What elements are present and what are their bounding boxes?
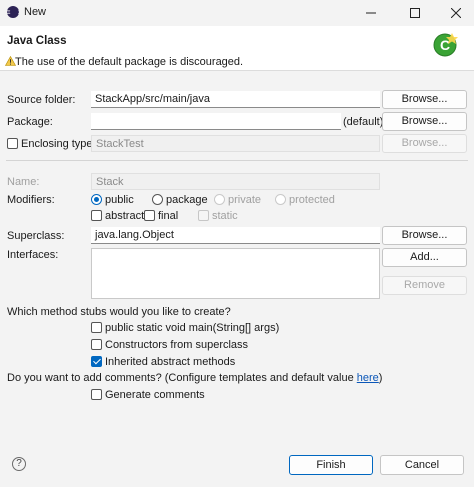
close-icon [451, 8, 461, 18]
source-folder-label: Source folder: [7, 94, 76, 106]
stub-inherited-label: Inherited abstract methods [105, 356, 236, 368]
package-input[interactable] [91, 113, 341, 130]
modifier-public-label: public [105, 194, 134, 206]
enclosing-type-input[interactable]: StackTest [91, 135, 380, 152]
comments-question: Do you want to add comments? (Configure … [7, 372, 382, 384]
interfaces-label: Interfaces: [7, 249, 59, 261]
stub-constructors-label: Constructors from superclass [105, 339, 249, 351]
modifier-final-label: final [158, 210, 179, 222]
modifier-static-label: static [212, 210, 238, 222]
comments-question-text: Do you want to add comments? (Configure … [7, 372, 357, 384]
name-input[interactable]: Stack [91, 173, 380, 190]
separator [6, 160, 468, 161]
maximize-button[interactable] [400, 0, 430, 26]
modifier-final-checkbox[interactable] [144, 210, 155, 221]
wizard-title: Java Class [7, 35, 67, 47]
cancel-button[interactable]: Cancel [380, 455, 464, 475]
generate-comments-label: Generate comments [105, 389, 205, 401]
source-folder-input[interactable]: StackApp/src/main/java [91, 91, 380, 108]
modifier-protected-label: protected [289, 194, 335, 206]
modifier-private-label: private [228, 194, 262, 206]
source-folder-browse-button[interactable]: Browse... [382, 90, 467, 109]
generate-comments-checkbox[interactable] [91, 389, 102, 400]
modifier-protected-radio[interactable] [275, 194, 286, 205]
modifier-abstract-checkbox[interactable] [91, 210, 102, 221]
modifier-static-checkbox[interactable] [198, 210, 209, 221]
enclosing-type-browse-button[interactable]: Browse... [382, 134, 467, 153]
enclosing-type-checkbox[interactable] [7, 138, 18, 149]
modifiers-label: Modifiers: [7, 194, 55, 206]
modifier-package-radio[interactable] [152, 194, 163, 205]
package-browse-button[interactable]: Browse... [382, 112, 467, 131]
configure-templates-link[interactable]: here [357, 372, 379, 384]
stub-main-label: public static void main(String[] args) [105, 322, 280, 334]
stub-main-checkbox[interactable] [91, 322, 102, 333]
maximize-icon [410, 8, 420, 18]
modifier-public-radio[interactable] [91, 194, 102, 205]
help-icon[interactable]: ? [12, 457, 26, 471]
modifier-private-radio[interactable] [214, 194, 225, 205]
warning-message: The use of the default package is discou… [15, 56, 244, 68]
modifier-package-label: package [166, 194, 208, 206]
method-stubs-question: Which method stubs would you like to cre… [7, 306, 231, 318]
minimize-button[interactable] [356, 0, 386, 26]
interfaces-add-button[interactable]: Add... [382, 248, 467, 267]
stub-inherited-checkbox[interactable] [91, 356, 102, 367]
package-default-label: (default) [343, 116, 384, 128]
superclass-label: Superclass: [7, 230, 65, 242]
interfaces-remove-button[interactable]: Remove [382, 276, 467, 295]
modifier-abstract-label: abstract [105, 210, 145, 222]
comments-question-suffix: ) [378, 372, 383, 384]
package-label: Package: [7, 116, 53, 128]
minimize-icon [366, 12, 376, 14]
superclass-browse-button[interactable]: Browse... [382, 226, 467, 245]
window-title: New [24, 6, 47, 18]
name-label: Name: [7, 176, 40, 188]
interfaces-list[interactable] [91, 248, 380, 299]
finish-button[interactable]: Finish [289, 455, 373, 475]
close-button[interactable] [441, 0, 471, 26]
eclipse-icon [7, 6, 19, 18]
superclass-input[interactable]: java.lang.Object [91, 227, 380, 244]
new-class-wizard-icon: C [433, 33, 458, 57]
enclosing-type-label: Enclosing type: [21, 138, 96, 150]
stub-constructors-checkbox[interactable] [91, 339, 102, 350]
